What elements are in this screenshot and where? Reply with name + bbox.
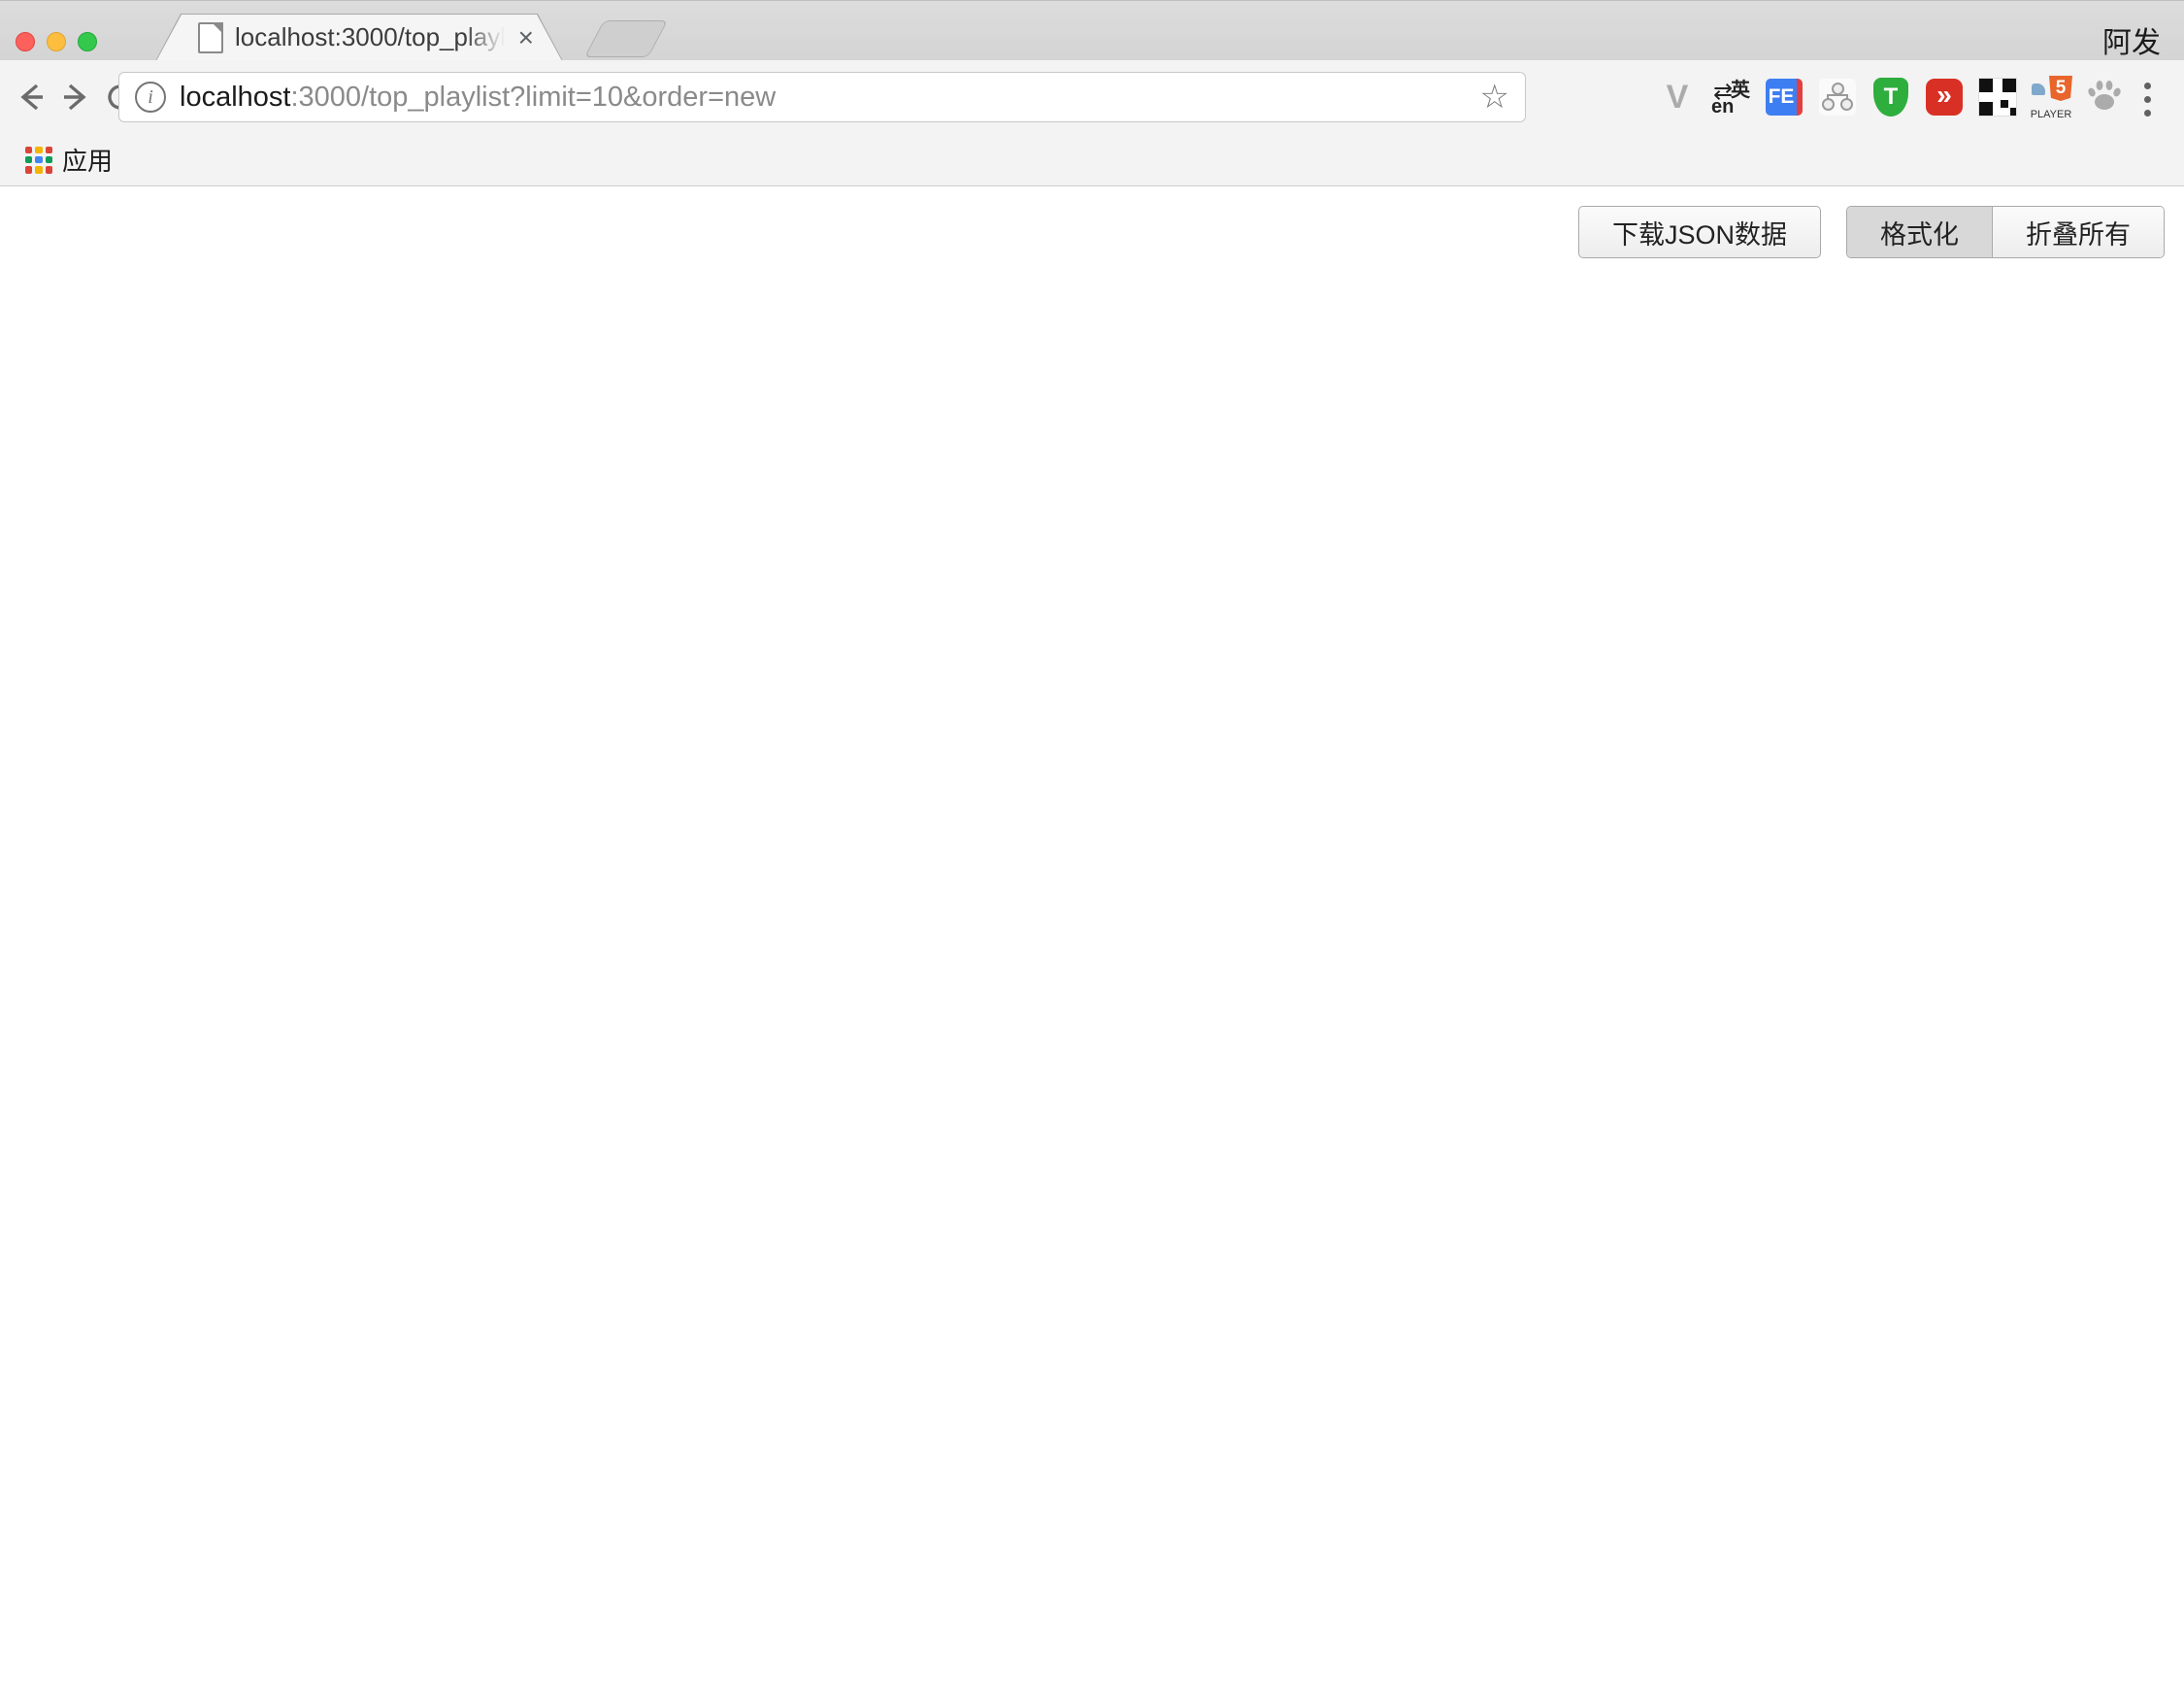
fast-forward-icon: » — [1926, 79, 1963, 116]
translate-icon: 英⇄en — [1711, 78, 1750, 117]
download-json-button[interactable]: 下载JSON数据 — [1578, 206, 1821, 258]
zoom-window-button[interactable] — [78, 32, 97, 51]
qr-code-icon — [1978, 78, 2017, 117]
html5-player-icon: 5PLAYER — [2030, 76, 2072, 118]
page-favicon-icon — [198, 22, 223, 53]
paw-icon[interactable] — [2083, 74, 2126, 120]
qr-code-icon[interactable] — [1976, 74, 2019, 120]
paw-icon — [2086, 79, 2123, 117]
url-text: localhost:3000/top_playlist?limit=10&ord… — [180, 82, 1467, 114]
shield-t-icon: T — [1873, 78, 1908, 117]
toolbar: i localhost:3000/top_playlist?limit=10&o… — [0, 60, 2184, 134]
url-host: localhost — [180, 82, 290, 113]
page-content: 下载JSON数据 格式化 折叠所有 — [0, 186, 2184, 1703]
translate-icon[interactable]: 英⇄en — [1709, 74, 1752, 120]
browser-window: localhost:3000/top_playlist?lim × 阿发 i l… — [0, 0, 2184, 1703]
url-path: :3000/top_playlist?limit=10&order=new — [290, 82, 776, 113]
fe-icon: FE — [1766, 79, 1803, 116]
format-button[interactable]: 格式化 — [1847, 207, 1992, 257]
back-button[interactable] — [8, 74, 54, 120]
browser-tab[interactable]: localhost:3000/top_playlist?lim × — [155, 14, 563, 61]
browser-menu-icon[interactable] — [2128, 80, 2167, 118]
apps-icon — [25, 147, 52, 174]
minimize-window-button[interactable] — [47, 32, 66, 51]
vue-devtools-icon[interactable]: V — [1656, 74, 1699, 120]
tab-close-icon[interactable]: × — [518, 24, 534, 51]
sitemap-icon — [1819, 79, 1856, 116]
fast-forward-icon[interactable]: » — [1923, 74, 1966, 120]
tab-strip: localhost:3000/top_playlist?lim × 阿发 — [0, 0, 2184, 60]
bookmark-star-icon[interactable]: ☆ — [1480, 78, 1509, 117]
collapse-all-button[interactable]: 折叠所有 — [1992, 207, 2164, 257]
html5-player-icon[interactable]: 5PLAYER — [2030, 74, 2072, 120]
json-formatter-actions: 下载JSON数据 格式化 折叠所有 — [1578, 206, 2165, 258]
close-window-button[interactable] — [16, 32, 35, 51]
page-info-icon[interactable]: i — [135, 82, 166, 113]
bookmarks-bar: 应用 — [0, 134, 2184, 186]
new-tab-button[interactable] — [584, 20, 668, 57]
sitemap-icon[interactable] — [1816, 74, 1859, 120]
bookmark-label: 应用 — [62, 142, 113, 178]
forward-button[interactable] — [52, 74, 99, 120]
profile-name[interactable]: 阿发 — [2102, 18, 2161, 61]
bookmark-item[interactable]: 应用 — [14, 141, 124, 180]
fe-icon[interactable]: FE — [1763, 74, 1805, 120]
address-bar[interactable]: i localhost:3000/top_playlist?limit=10&o… — [118, 72, 1526, 122]
tab-title: localhost:3000/top_playlist?lim — [235, 22, 505, 52]
vue-devtools-icon: V — [1667, 79, 1689, 117]
shield-t-icon[interactable]: T — [1870, 74, 1912, 120]
view-mode-segment: 格式化 折叠所有 — [1846, 206, 2165, 258]
